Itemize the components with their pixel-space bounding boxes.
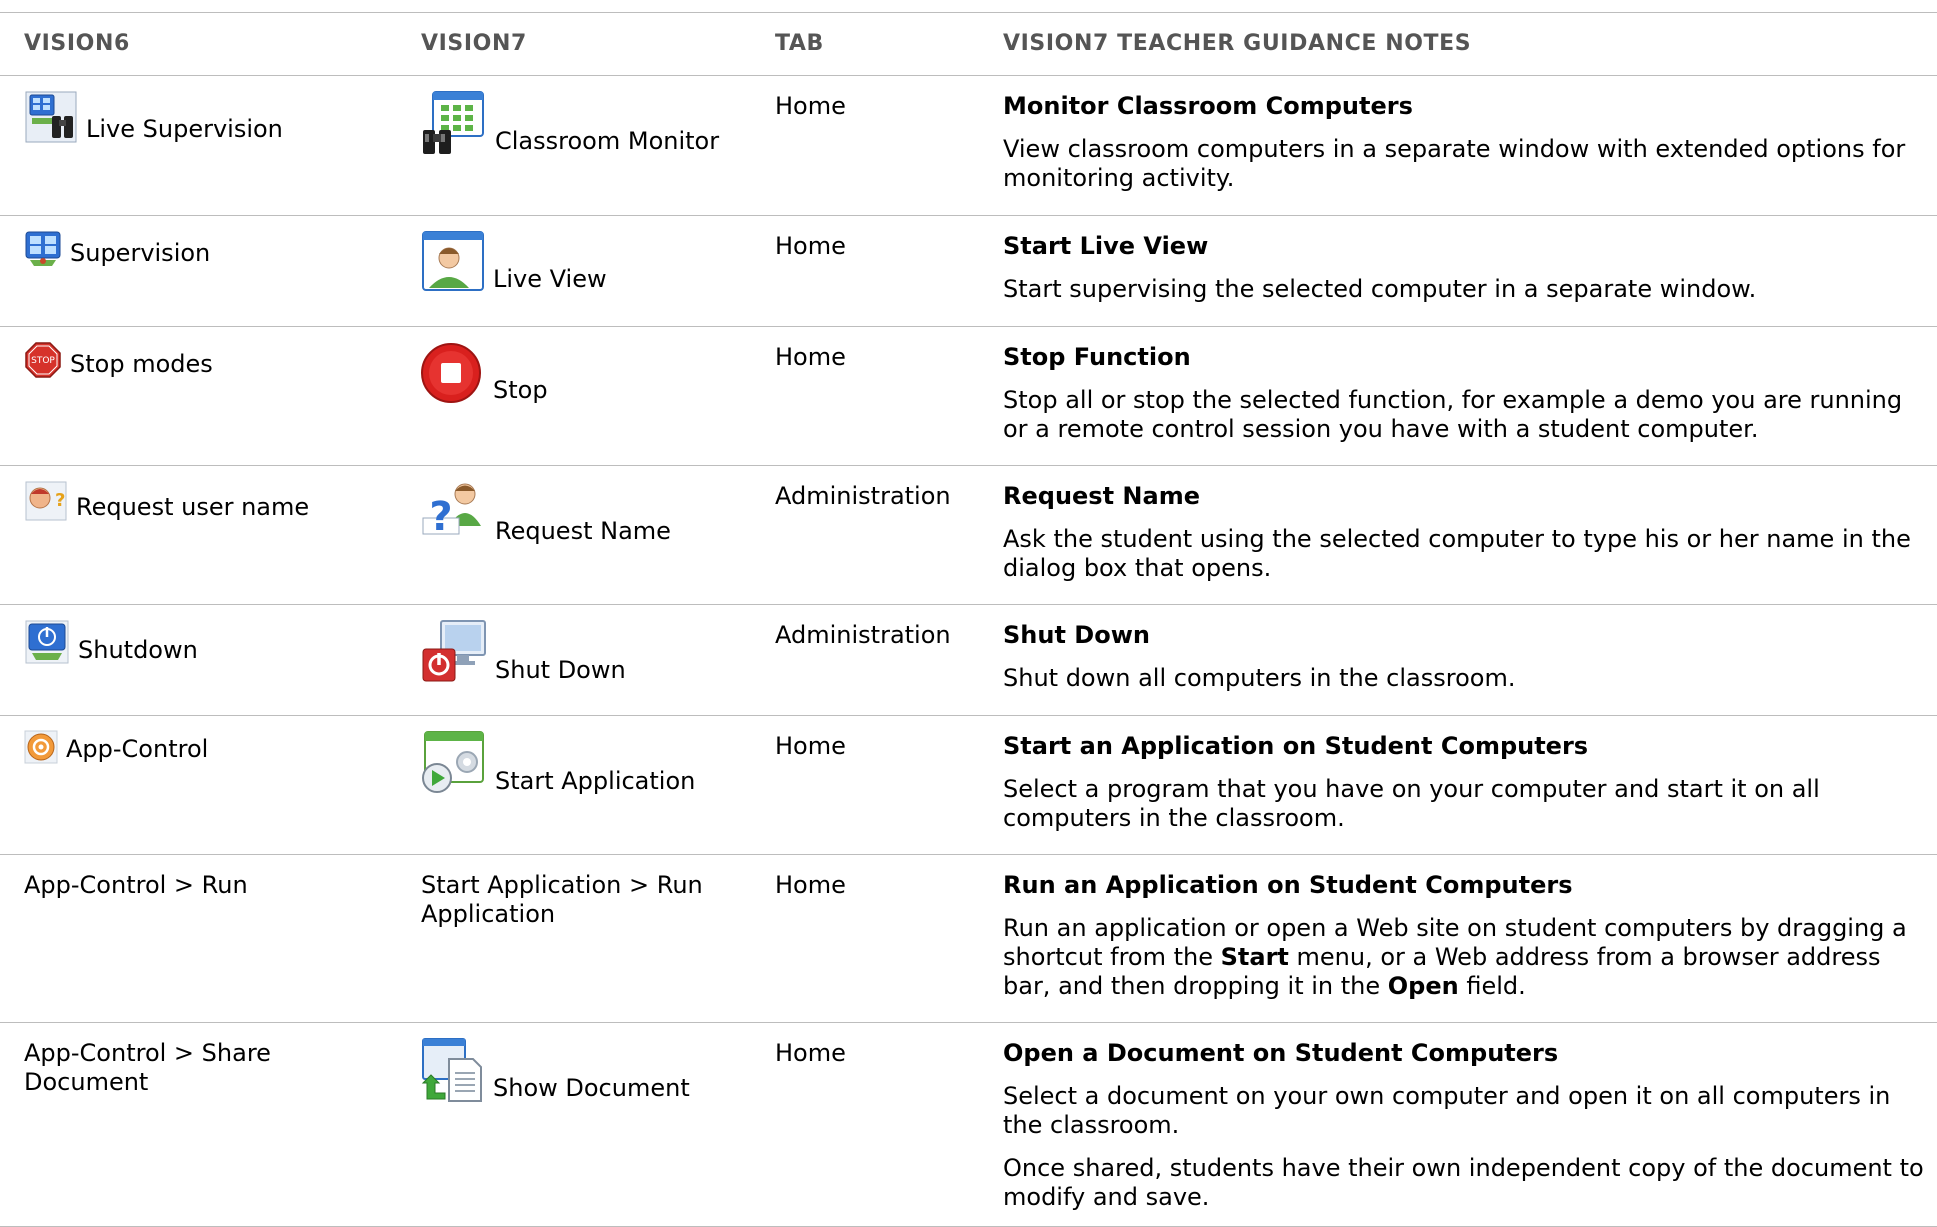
- tab-cell: Home: [775, 715, 1003, 855]
- note-title: Open a Document on Student Computers: [1003, 1039, 1559, 1067]
- vision6-cell: Supervision: [0, 215, 397, 327]
- vision7-cell: Classroom Monitor: [397, 75, 775, 216]
- table-row: App-Control > Share Document Show Docume…: [0, 1022, 1937, 1227]
- live-supervision-icon: [24, 90, 78, 144]
- tab-cell: Home: [775, 75, 1003, 216]
- vision6-cell: ? Request user name: [0, 465, 397, 605]
- note-title: Request Name: [1003, 482, 1200, 510]
- vision6-cell: App-Control > Run: [0, 854, 397, 1023]
- note-title: Monitor Classroom Computers: [1003, 92, 1413, 120]
- vision6-label: Supervision: [70, 239, 211, 267]
- guidance-notes-cell: Run an Application on Student Computers …: [1003, 854, 1937, 1023]
- guidance-notes-cell: Request Name Ask the student using the s…: [1003, 465, 1937, 605]
- show-document-icon[interactable]: [421, 1037, 485, 1103]
- shutdown-icon: [24, 619, 70, 665]
- svg-text:?: ?: [55, 490, 65, 511]
- guidance-notes-cell: Stop Function Stop all or stop the selec…: [1003, 326, 1937, 466]
- vision6-cell: App-Control: [0, 715, 397, 855]
- note-title: Run an Application on Student Computers: [1003, 871, 1573, 899]
- vision7-label: Classroom Monitor: [495, 127, 720, 155]
- vision7-label: Start Application: [495, 767, 696, 795]
- note-text: Start supervising the selected computer …: [1003, 275, 1757, 303]
- vision6-cell: Shutdown: [0, 604, 397, 716]
- live-view-icon[interactable]: [421, 230, 485, 294]
- start-application-icon[interactable]: [421, 730, 487, 796]
- svg-text:STOP: STOP: [31, 356, 55, 366]
- vision6-label: Stop modes: [70, 350, 213, 378]
- note-title: Stop Function: [1003, 343, 1191, 371]
- note-text: Select a program that you have on your c…: [1003, 775, 1820, 832]
- classroom-monitor-icon[interactable]: [421, 90, 487, 156]
- start-menu-term: Start: [1220, 943, 1289, 971]
- vision6-cell: Live Supervision: [0, 75, 397, 216]
- note-text: Ask the student using the selected compu…: [1003, 525, 1911, 582]
- tab-cell: Home: [775, 215, 1003, 327]
- note-text: Select a document on your own computer a…: [1003, 1082, 1891, 1139]
- svg-text:?: ?: [429, 494, 452, 540]
- table-row: STOP Stop modes Stop Home Stop Function …: [0, 326, 1937, 466]
- open-field-term: Open: [1387, 972, 1459, 1000]
- table-row: Shutdown Shut Down Administration Shut D…: [0, 604, 1937, 716]
- note-text: Shut down all computers in the classroom…: [1003, 664, 1516, 692]
- vision6-label: App-Control > Run: [24, 871, 248, 899]
- guidance-notes-cell: Start an Application on Student Computer…: [1003, 715, 1937, 855]
- tab-cell: Home: [775, 854, 1003, 1023]
- note-text: Once shared, students have their own ind…: [1003, 1154, 1924, 1211]
- guidance-notes-cell: Start Live View Start supervising the se…: [1003, 215, 1937, 327]
- shut-down-icon[interactable]: [421, 619, 487, 685]
- supervision-icon: [24, 230, 62, 268]
- request-user-name-icon: ?: [24, 480, 68, 522]
- vision7-label: Show Document: [493, 1074, 690, 1102]
- vision6-label: App-Control > Share Document: [24, 1039, 271, 1096]
- vision6-label: Request user name: [76, 493, 310, 521]
- column-header-vision6: VISION6: [0, 12, 397, 76]
- guidance-notes-cell: Open a Document on Student Computers Sel…: [1003, 1022, 1937, 1227]
- stop-sign-icon: STOP: [24, 341, 62, 379]
- table-row: Live Supervision Classroom Monitor Home …: [0, 75, 1937, 216]
- guidance-notes-cell: Shut Down Shut down all computers in the…: [1003, 604, 1937, 716]
- vision7-label: Start Application > Run Application: [421, 871, 703, 928]
- table-row: App-Control > Run Start Application > Ru…: [0, 854, 1937, 1023]
- vision7-label: Shut Down: [495, 656, 626, 684]
- note-text: View classroom computers in a separate w…: [1003, 135, 1906, 192]
- table-header-row: VISION6 VISION7 TAB VISION7 TEACHER GUID…: [0, 12, 1937, 76]
- note-text: Run an application or open a Web site on…: [1003, 914, 1927, 1001]
- table-row: ? Request user name ? Request Name Admin…: [0, 465, 1937, 605]
- column-header-vision7: VISION7: [397, 12, 775, 76]
- vision6-label: App-Control: [66, 735, 209, 763]
- tab-cell: Administration: [775, 465, 1003, 605]
- vision6-label: Shutdown: [78, 636, 198, 664]
- page: VISION6 VISION7 TAB VISION7 TEACHER GUID…: [0, 0, 1937, 1227]
- vision7-cell: Stop: [397, 326, 775, 466]
- tab-cell: Home: [775, 1022, 1003, 1227]
- comparison-table: VISION6 VISION7 TAB VISION7 TEACHER GUID…: [0, 12, 1937, 1227]
- note-text-part: field.: [1458, 972, 1526, 1000]
- tab-cell: Administration: [775, 604, 1003, 716]
- vision6-cell: App-Control > Share Document: [0, 1022, 397, 1227]
- table-row: Supervision Live View Home Start Live Vi…: [0, 215, 1937, 327]
- vision7-cell: Start Application > Run Application: [397, 854, 775, 1023]
- note-title: Start Live View: [1003, 232, 1209, 260]
- app-control-icon: [24, 730, 58, 764]
- vision7-cell: Show Document: [397, 1022, 775, 1227]
- column-header-tab: TAB: [775, 12, 1003, 76]
- vision7-label: Live View: [493, 265, 607, 293]
- request-name-icon[interactable]: ?: [421, 480, 487, 546]
- vision7-label: Stop: [493, 376, 548, 404]
- table-row: App-Control Start Application Home Start…: [0, 715, 1937, 855]
- vision7-cell: ? Request Name: [397, 465, 775, 605]
- column-header-guidance-notes: VISION7 TEACHER GUIDANCE NOTES: [1003, 12, 1937, 76]
- vision7-cell: Start Application: [397, 715, 775, 855]
- vision7-cell: Shut Down: [397, 604, 775, 716]
- note-title: Start an Application on Student Computer…: [1003, 732, 1589, 760]
- vision6-label: Live Supervision: [86, 115, 283, 143]
- vision6-cell: STOP Stop modes: [0, 326, 397, 466]
- note-title: Shut Down: [1003, 621, 1150, 649]
- vision7-cell: Live View: [397, 215, 775, 327]
- tab-cell: Home: [775, 326, 1003, 466]
- stop-icon[interactable]: [421, 341, 485, 405]
- note-text: Stop all or stop the selected function, …: [1003, 386, 1903, 443]
- vision7-label: Request Name: [495, 517, 671, 545]
- guidance-notes-cell: Monitor Classroom Computers View classro…: [1003, 75, 1937, 216]
